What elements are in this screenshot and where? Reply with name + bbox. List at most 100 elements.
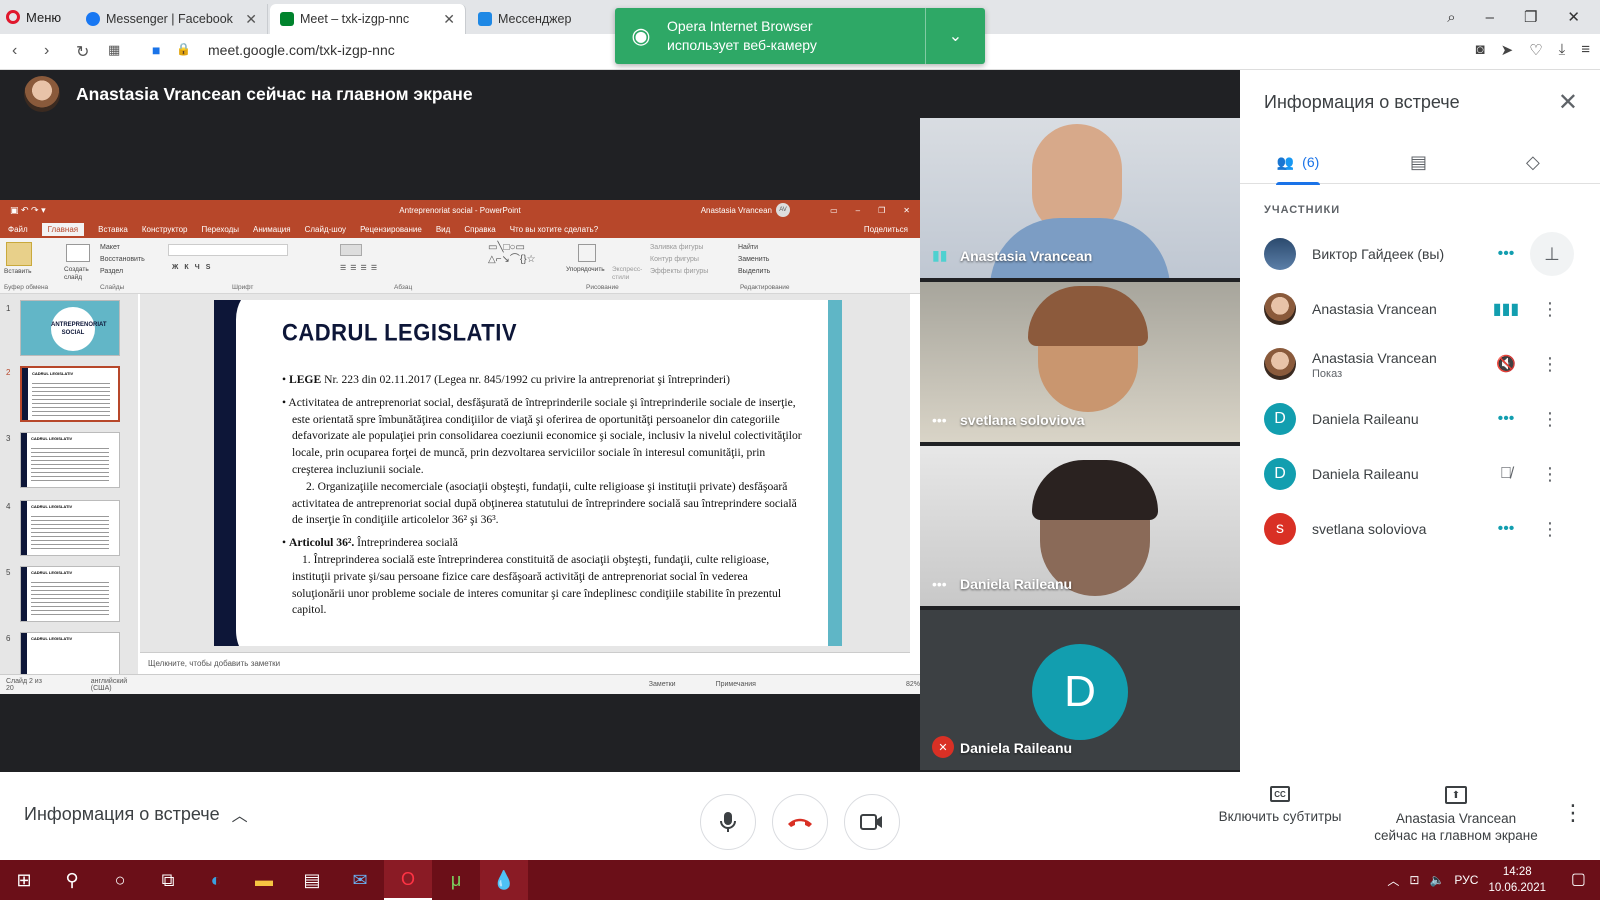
align-icons: ☰☰☰☰ (340, 265, 382, 272)
presenter-banner: Anastasia Vrancean сейчас на главном экр… (24, 76, 473, 112)
ppt-create-slide-label: Создать слайд (64, 266, 89, 281)
edge-icon[interactable]: ◐ (192, 860, 240, 900)
close-panel-icon[interactable]: ✕ (1558, 88, 1578, 117)
settings-icon[interactable]: ≡ (1581, 41, 1590, 59)
send-icon[interactable]: ➤ (1501, 41, 1514, 59)
meeting-details-button[interactable]: Информация о встрече ︿ (24, 802, 248, 826)
participant-tile[interactable]: ••• svetlana soloviova (920, 282, 1240, 442)
participant-row[interactable]: Anastasia Vrancean Показ 🔇 ⋮ (1240, 338, 1600, 394)
hang-up-button[interactable] (772, 794, 828, 850)
opera-taskbar-icon[interactable]: O (384, 860, 432, 900)
reload-icon[interactable]: ↻ (76, 42, 89, 62)
more-vert-icon[interactable]: ⋮ (1536, 295, 1564, 323)
camera-icon (860, 814, 882, 830)
slide-thumbnail: CADRUL LEGISLATIV (20, 432, 120, 488)
download-icon[interactable]: ⤓ (1559, 41, 1566, 59)
participant-row[interactable]: Виктор Гайдеек (вы) ••• ⊥ (1240, 228, 1600, 284)
panel-title: Информация о встрече (1264, 92, 1460, 112)
slide-thumbnail-selected: CADRUL LEGISLATIV (20, 366, 120, 422)
keyboard-language[interactable]: РУС (1454, 873, 1478, 887)
people-icon: 👥 (1276, 153, 1295, 170)
slide-paragraph: 1. Întreprinderea socială este întreprin… (292, 552, 782, 617)
tab-label: Мессенджер (498, 12, 572, 26)
webcam-notification: ◉ Opera Internet Browser использует веб-… (615, 8, 985, 64)
close-tab-icon[interactable]: ✕ (443, 11, 455, 28)
webcam-icon: ◉ (631, 23, 651, 48)
participant-row[interactable]: D Daniela Raileanu 🎙̸ ⋮ (1240, 448, 1600, 504)
chevron-up-icon[interactable]: ︿ (1387, 872, 1399, 889)
participant-row[interactable]: s svetlana soloviova ••• ⋮ (1240, 503, 1600, 559)
tabs-grid-icon[interactable]: ▦ (108, 42, 120, 58)
search-icon[interactable]: ⚲ (48, 860, 96, 900)
forward-icon[interactable]: › (44, 42, 49, 60)
windows-start-icon[interactable]: ⊞ (0, 860, 48, 900)
chevron-down-icon[interactable]: ⌄ (925, 8, 985, 64)
minimize-icon[interactable]: – (1486, 9, 1494, 26)
file-explorer-icon[interactable]: ▬ (240, 860, 288, 900)
thumb-title: CADRUL LEGISLATIV (32, 371, 74, 376)
captions-button[interactable]: CC Включить субтитры (1212, 786, 1348, 825)
speaking-icon: ▮▮▮ (1492, 301, 1520, 318)
presenting-button[interactable]: ⬆ Anastasia Vrancean сейчас на главном э… (1368, 786, 1544, 844)
participant-row[interactable]: D Daniela Raileanu ••• ⋮ (1240, 393, 1600, 449)
url-field[interactable]: meet.google.com/txk-izgp-nnc (208, 42, 395, 58)
participant-tile[interactable]: D ✕ Daniela Raileanu (920, 610, 1240, 770)
ppt-express-label: Экспресс-стили (612, 266, 643, 281)
opera-menu-button[interactable]: Меню (6, 0, 61, 34)
new-slide-icon (66, 244, 90, 262)
ppt-menubar: Файл Главная Вставка Конструктор Переход… (0, 220, 920, 238)
speaking-icon: ▮▮ (932, 247, 948, 263)
participant-row[interactable]: Anastasia Vrancean ▮▮▮ ⋮ (1240, 283, 1600, 339)
more-vert-icon[interactable]: ⋮ (1536, 460, 1564, 488)
ppt-menu-item: Слайд-шоу (304, 224, 347, 234)
volume-icon[interactable]: 🔈 (1429, 873, 1444, 887)
opera-menu-label: Меню (26, 9, 62, 25)
back-icon[interactable]: ‹ (12, 42, 17, 60)
ppt-close-icon: ✕ (903, 205, 910, 215)
clock[interactable]: 14:28 10.06.2021 (1488, 864, 1546, 896)
pin-icon[interactable]: ⊥ (1530, 232, 1574, 276)
cortana-icon[interactable]: ○ (96, 860, 144, 900)
slide-paragraph: 2. Organizaţiile necomerciale (asociaţii… (292, 479, 797, 527)
close-window-icon[interactable]: ✕ (1567, 8, 1580, 26)
ppt-ribbon-toggle-icon: ▭ (830, 205, 838, 215)
thumb-title: CADRUL LEGISLATIV (31, 636, 73, 641)
search-icon[interactable]: ⌕ (1447, 9, 1455, 26)
store-icon[interactable]: ▤ (288, 860, 336, 900)
participant-tile[interactable]: ••• Daniela Raileanu (920, 446, 1240, 606)
close-tab-icon[interactable]: ✕ (245, 11, 257, 28)
snapshot-icon[interactable]: ◙ (1476, 41, 1485, 59)
shapes-gallery: ▭╲□○▭ △⌐↘⌒{}☆ (488, 242, 536, 265)
mail-icon[interactable]: ✉ (336, 860, 384, 900)
more-vert-icon[interactable]: ⋮ (1536, 405, 1564, 433)
participants-section-label: УЧАСТНИКИ (1264, 204, 1341, 216)
tab-messenger-facebook[interactable]: Messenger | Facebook ✕ (76, 4, 268, 34)
microphone-button[interactable] (700, 794, 756, 850)
tab-people[interactable]: 👥 (6) (1276, 140, 1320, 185)
notifications-icon[interactable]: ▢ (1571, 869, 1586, 889)
more-vert-icon[interactable]: ⋮ (1536, 350, 1564, 378)
participant-tile[interactable]: ▮▮ Anastasia Vrancean (920, 118, 1240, 278)
heart-icon[interactable]: ♡ (1529, 41, 1542, 59)
paint-icon[interactable]: 💧 (480, 860, 528, 900)
ppt-menu-item: Конструктор (141, 224, 188, 234)
utorrent-icon[interactable]: μ (432, 860, 480, 900)
address-actions: ◙ ➤ ♡ ⤓ ≡ (1476, 41, 1591, 59)
tab-chat[interactable]: ▤ (1410, 140, 1427, 184)
maximize-icon[interactable]: ❐ (1524, 8, 1537, 26)
task-view-icon[interactable]: ⧉ (144, 860, 192, 900)
camera-icon[interactable]: ■ (152, 42, 160, 58)
ribbon-group-label: Шрифт (232, 284, 254, 291)
camera-button[interactable] (844, 794, 900, 850)
more-vert-icon[interactable]: ⋮ (1562, 800, 1584, 826)
tab-meet[interactable]: Meet – txk-izgp-nnc ✕ (270, 4, 466, 34)
participant-row-name: Anastasia Vrancean (1312, 301, 1437, 317)
clock-time: 14:28 (1502, 866, 1532, 878)
clock-date: 10.06.2021 (1488, 882, 1546, 894)
more-vert-icon[interactable]: ⋮ (1536, 515, 1564, 543)
slide-article-bold: Articolul 36². (288, 536, 355, 550)
network-icon[interactable]: ⊡ (1409, 873, 1419, 887)
tab-activities[interactable]: ◇ (1526, 140, 1540, 184)
tab-messenger[interactable]: Мессенджер (468, 4, 608, 34)
slide-thumbnail: CADRUL LEGISLATIV (20, 632, 120, 676)
